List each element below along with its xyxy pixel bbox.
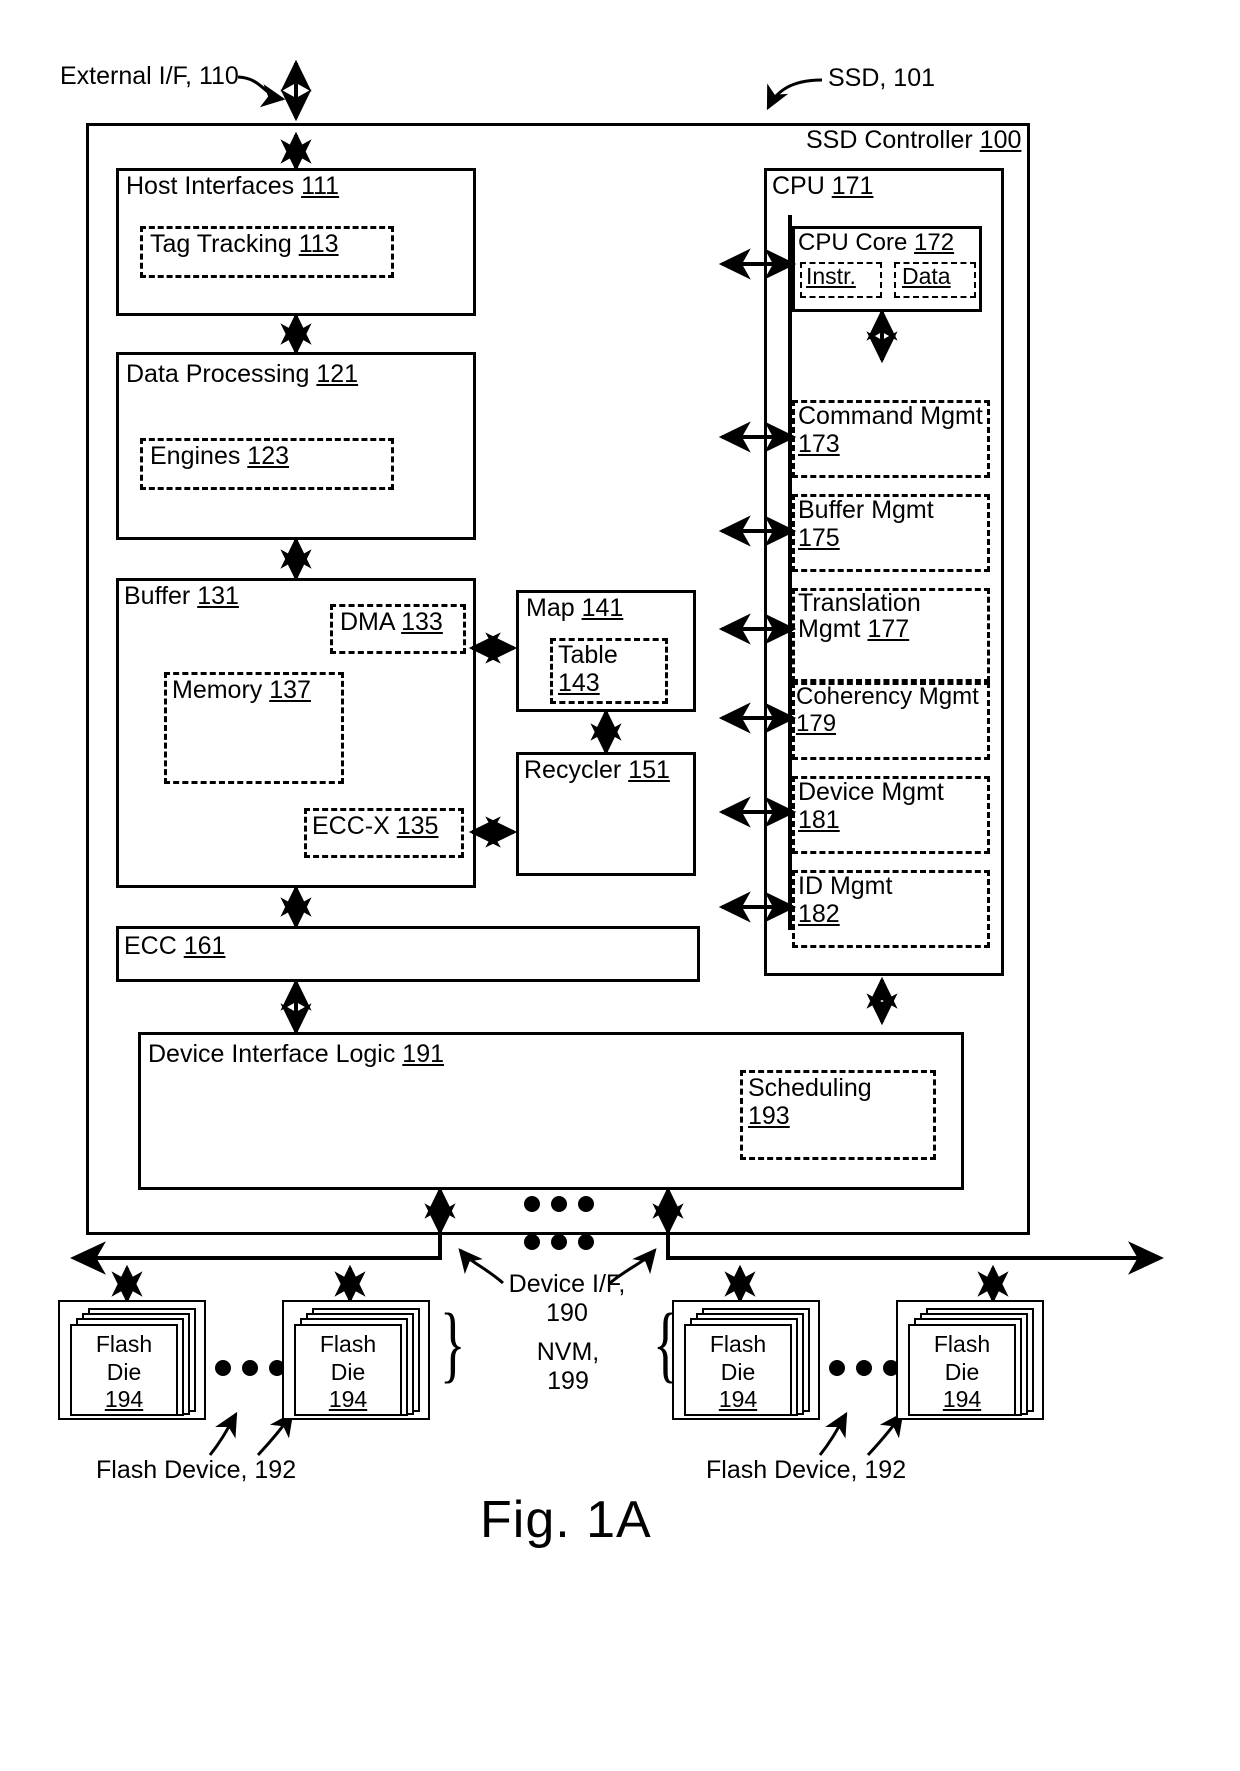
ssd-controller-title: SSD Controller 100 [806, 126, 1022, 154]
flash-dies-dots-right [829, 1360, 899, 1376]
cpu-module-id-mgmt-label: ID Mgmt 182 [798, 872, 893, 928]
figure-caption: Fig. 1A [480, 1491, 652, 1549]
dot [578, 1234, 594, 1250]
ecc-label: ECC 161 [124, 932, 226, 960]
dma-label: DMA 133 [340, 608, 443, 636]
nvm-callout: NVM, 199 [536, 1338, 600, 1395]
flash-device-right-caption: Flash Device, 192 [706, 1456, 907, 1484]
ssd-callout: SSD, 101 [828, 64, 936, 92]
host-interfaces-label: Host Interfaces 111 [126, 172, 340, 200]
cpu-core-label: CPU Core 172 [798, 229, 955, 256]
data-processing-label: Data Processing 121 [126, 360, 359, 388]
cpu-module-translation-mgmt-label: Translation Mgmt 177 [798, 589, 921, 644]
dot [524, 1234, 540, 1250]
flash-device-right-2: Flash Die 194 [896, 1300, 1044, 1420]
die-sheet-front: Flash Die 194 [70, 1324, 178, 1416]
map-label: Map 141 [526, 594, 624, 622]
cpu-module-buffer-mgmt-label: Buffer Mgmt 175 [798, 496, 934, 552]
dot [524, 1196, 540, 1212]
flash-device-left-2: Flash Die 194 [282, 1300, 430, 1420]
cpu-core-instr-label: Instr. [806, 263, 856, 289]
dot [551, 1196, 567, 1212]
recycler-label: Recycler 151 [524, 756, 670, 784]
device-if-dots-row2 [524, 1234, 594, 1250]
cpu-core-data-label: Data [902, 263, 951, 289]
device-if-dots-row1 [524, 1196, 594, 1212]
patent-figure-page: External I/F, 110 SSD, 101 SSD Controlle… [0, 0, 1240, 1771]
dot [829, 1360, 845, 1376]
cpu-title: CPU 171 [772, 172, 874, 200]
device-if-callout: Device I/F, 190 [508, 1270, 626, 1327]
dot [215, 1360, 231, 1376]
dot [578, 1196, 594, 1212]
dot [242, 1360, 258, 1376]
die-sheet-front: Flash Die 194 [294, 1324, 402, 1416]
engines-label: Engines 123 [150, 442, 290, 470]
die-sheet-front: Flash Die 194 [684, 1324, 792, 1416]
ecc-x-label: ECC-X 135 [312, 812, 439, 840]
flash-device-right-1: Flash Die 194 [672, 1300, 820, 1420]
cpu-module-command-mgmt-label: Command Mgmt 173 [798, 402, 983, 458]
memory-label: Memory 137 [172, 676, 311, 704]
flash-device-left-1: Flash Die 194 [58, 1300, 206, 1420]
buffer-label: Buffer 131 [124, 582, 239, 610]
nvm-brace-left: } [439, 1295, 466, 1391]
dot [856, 1360, 872, 1376]
cpu-module-device-mgmt-label: Device Mgmt 181 [798, 778, 944, 834]
external-if-callout: External I/F, 110 [60, 62, 239, 90]
table-label: Table 143 [558, 641, 618, 697]
dot [551, 1234, 567, 1250]
flash-die-label: Flash Die 194 [709, 1331, 767, 1413]
device-interface-logic-label: Device Interface Logic 191 [148, 1040, 445, 1068]
die-sheet-front: Flash Die 194 [908, 1324, 1016, 1416]
flash-die-label: Flash Die 194 [319, 1331, 377, 1413]
flash-die-label: Flash Die 194 [95, 1331, 153, 1413]
scheduling-label: Scheduling 193 [748, 1074, 872, 1130]
flash-die-label: Flash Die 194 [933, 1331, 991, 1413]
cpu-module-coherency-mgmt-label: Coherency Mgmt 179 [796, 683, 979, 737]
tag-tracking-label: Tag Tracking 113 [150, 230, 339, 258]
flash-device-left-caption: Flash Device, 192 [96, 1456, 297, 1484]
flash-dies-dots-left [215, 1360, 285, 1376]
